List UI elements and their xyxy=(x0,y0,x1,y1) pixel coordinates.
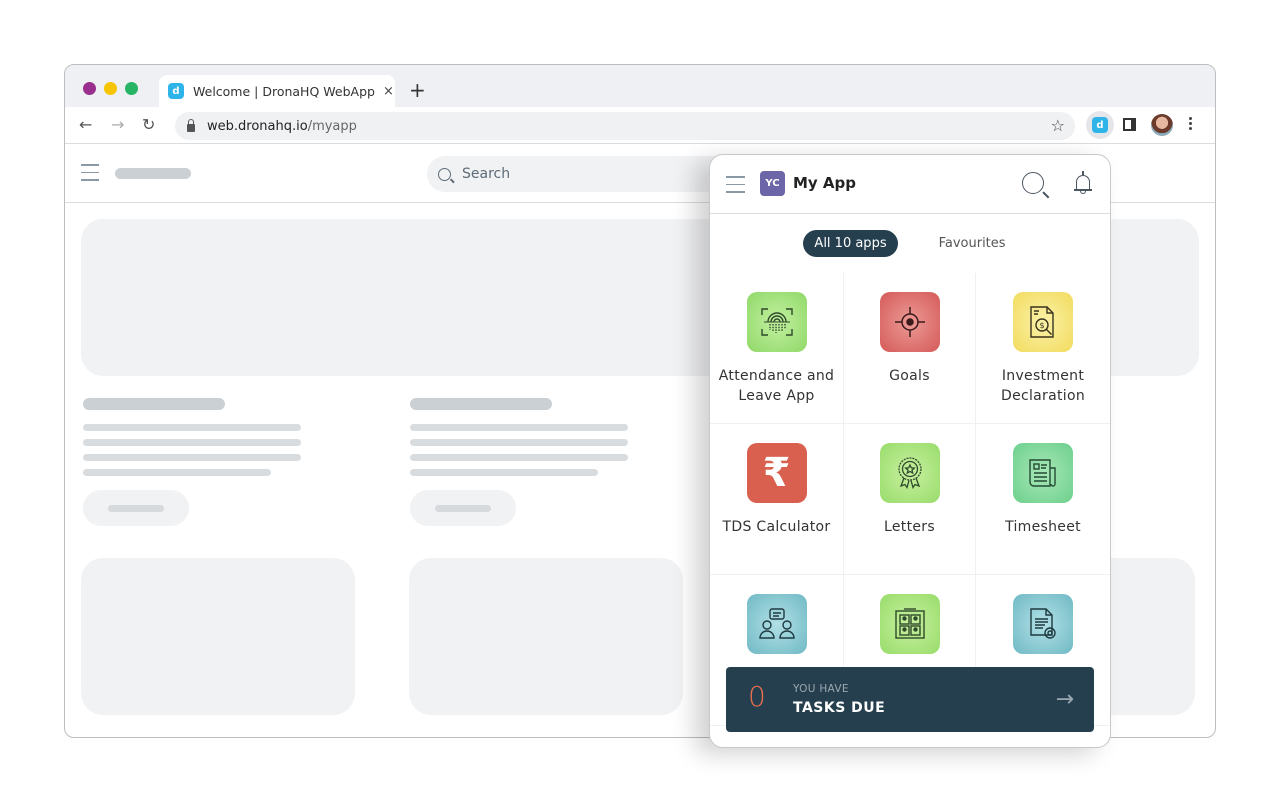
app-tile-attendance[interactable]: Attendance and Leave App xyxy=(710,273,844,424)
arrow-right-icon[interactable]: → xyxy=(1056,687,1074,712)
app-tile-letters[interactable]: Letters xyxy=(844,424,976,575)
navigation-bar: ← → ↻ web.dronahq.io/myapp ☆ d xyxy=(65,107,1215,144)
tab-all-apps[interactable]: All 10 apps xyxy=(803,229,898,257)
tasks-prefix: YOU HAVE xyxy=(793,683,849,695)
rupee-icon: ₹ xyxy=(746,443,807,503)
app-tile-tds-calculator[interactable]: ₹ TDS Calculator xyxy=(710,424,844,575)
investment-document-icon: $ xyxy=(1013,292,1073,352)
card-placeholder xyxy=(409,558,683,715)
popup-header: YC My App xyxy=(710,155,1110,214)
notification-bell-icon[interactable] xyxy=(1074,171,1092,195)
tasks-label: TASKS DUE xyxy=(793,700,886,716)
text-placeholder xyxy=(83,454,301,461)
directory-board-icon xyxy=(879,594,940,654)
newspaper-icon xyxy=(1013,443,1073,503)
app-label: Investment Declaration xyxy=(1000,368,1085,404)
app-label: Attendance and Leave App xyxy=(718,368,835,404)
text-placeholder xyxy=(410,469,598,476)
reload-icon[interactable]: ↻ xyxy=(142,115,155,134)
app-tile-timesheet[interactable]: Timesheet xyxy=(976,424,1110,575)
text-placeholder xyxy=(83,469,271,476)
tab-title: Welcome | DronaHQ WebApp xyxy=(193,83,375,99)
card-placeholder xyxy=(81,558,355,715)
app-label: Goals xyxy=(889,368,930,384)
address-bar[interactable]: web.dronahq.io/myapp ☆ xyxy=(175,112,1075,140)
people-chat-icon xyxy=(746,594,807,654)
title-placeholder xyxy=(83,398,225,410)
side-panel-icon[interactable] xyxy=(1123,118,1136,131)
search-icon xyxy=(438,167,451,181)
url-path: /myapp xyxy=(307,118,357,134)
popup-search-icon[interactable] xyxy=(1022,172,1044,194)
text-placeholder xyxy=(410,454,628,461)
text-placeholder xyxy=(83,439,301,446)
app-grid: Attendance and Leave App Goals $ Investm… xyxy=(710,273,1110,726)
my-app-popup: YC My App All 10 apps Favourites Attenda… xyxy=(709,154,1111,748)
dronahq-favicon-icon: d xyxy=(168,83,184,99)
tasks-due-banner[interactable]: 0 YOU HAVE TASKS DUE → xyxy=(726,667,1094,732)
button-placeholder xyxy=(410,490,516,526)
minimize-window-button[interactable] xyxy=(104,82,117,95)
content-placeholder xyxy=(410,398,630,526)
text-placeholder xyxy=(83,424,301,431)
lock-icon xyxy=(187,118,195,132)
text-placeholder xyxy=(410,439,628,446)
content-placeholder xyxy=(83,398,303,526)
user-initials-badge: YC xyxy=(760,171,785,196)
tab-close-icon[interactable]: × xyxy=(383,84,394,99)
svg-text:$: $ xyxy=(1040,321,1045,330)
bookmark-star-icon[interactable]: ☆ xyxy=(1051,116,1065,135)
popup-title: My App xyxy=(793,174,857,192)
app-label: TDS Calculator xyxy=(722,519,831,535)
dronahq-extension-button[interactable]: d xyxy=(1086,111,1114,139)
app-tile-goals[interactable]: Goals xyxy=(844,273,976,424)
app-label: Timesheet xyxy=(1005,519,1081,535)
fingerprint-icon xyxy=(746,292,807,352)
tab-favourites[interactable]: Favourites xyxy=(928,230,1017,257)
document-search-icon xyxy=(1013,594,1073,654)
menu-icon[interactable] xyxy=(81,164,99,187)
back-icon[interactable]: ← xyxy=(79,115,92,134)
url-host: web.dronahq.io xyxy=(207,118,308,134)
text-placeholder xyxy=(410,424,628,431)
popup-menu-icon[interactable] xyxy=(726,176,745,199)
new-tab-button[interactable]: + xyxy=(409,78,426,102)
browser-tab[interactable]: d Welcome | DronaHQ WebApp × xyxy=(159,75,395,107)
title-bar: d Welcome | DronaHQ WebApp × + xyxy=(65,65,1215,107)
app-tile-investment-declaration[interactable]: $ Investment Declaration xyxy=(976,273,1110,424)
logo-placeholder xyxy=(115,168,191,179)
title-placeholder xyxy=(410,398,552,410)
browser-menu-icon[interactable] xyxy=(1189,115,1195,132)
award-badge-icon xyxy=(879,443,940,503)
target-icon xyxy=(879,292,940,352)
close-window-button[interactable] xyxy=(83,82,96,95)
app-label: Letters xyxy=(884,519,935,535)
tasks-count: 0 xyxy=(748,680,766,713)
button-placeholder xyxy=(83,490,189,526)
search-placeholder: Search xyxy=(462,166,511,182)
maximize-window-button[interactable] xyxy=(125,82,138,95)
app-filter-tabs: All 10 apps Favourites xyxy=(710,214,1110,272)
forward-icon[interactable]: → xyxy=(111,115,124,134)
profile-avatar[interactable] xyxy=(1151,114,1173,136)
dronahq-extension-icon: d xyxy=(1092,117,1108,133)
